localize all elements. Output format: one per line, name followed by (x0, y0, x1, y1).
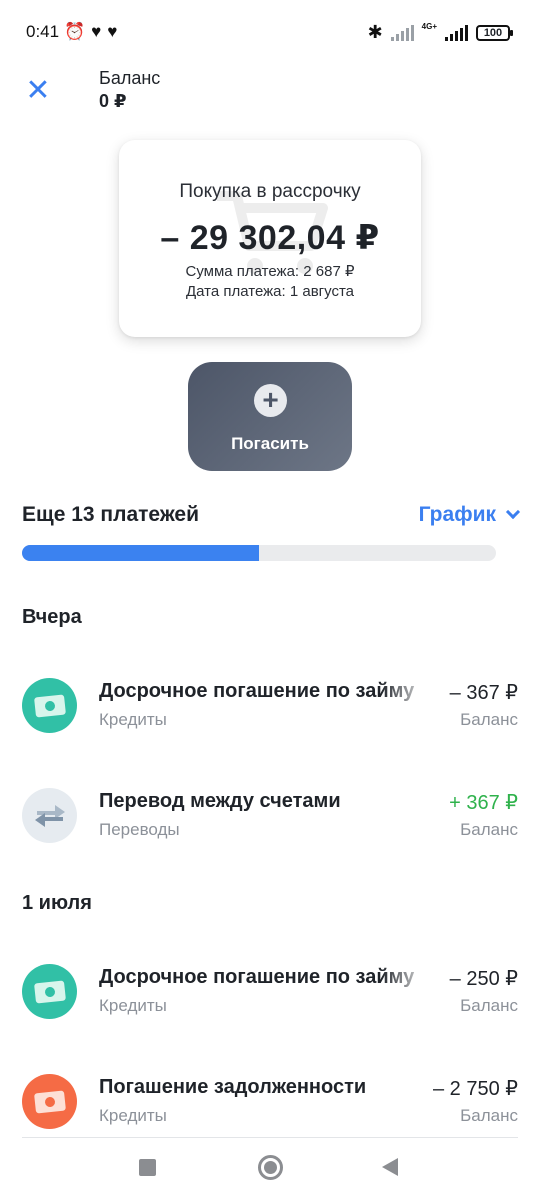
signal-icon (390, 24, 414, 41)
network-label: 4G+ (421, 22, 437, 31)
heart-icon: ♥ (91, 22, 102, 41)
remaining-payments: Еще 13 платежей (22, 503, 200, 526)
installment-card[interactable]: Покупка в рассрочку – 29 302,04 ₽ Сумма … (119, 140, 421, 337)
transaction-category: Кредиты (99, 996, 167, 1015)
transaction-title: Перевод между счетами (99, 790, 341, 812)
pay-off-button[interactable]: + Погасить (188, 362, 352, 471)
chevron-down-icon (505, 504, 521, 520)
schedule-button[interactable]: График (418, 503, 521, 527)
transaction-account: Баланс (460, 820, 518, 839)
header-balance: 0 ₽ (99, 91, 127, 111)
bluetooth-icon: ✱ (367, 22, 383, 42)
recents-square-icon[interactable] (139, 1159, 156, 1176)
transaction-row[interactable]: Перевод между счетами Переводы + 367 ₽ Б… (0, 780, 540, 850)
status-bar: 0:41 ⏰ ♥ ♥ ✱ 4G+ 100 (0, 0, 540, 66)
signal-icon (445, 24, 468, 41)
transaction-row[interactable]: Досрочное погашение по займу Кредиты – 2… (0, 956, 540, 1026)
battery-icon: 100 (476, 24, 513, 41)
plus-icon: + (254, 384, 287, 417)
card-title: Покупка в рассрочку (179, 181, 361, 202)
close-icon: ✕ (25, 73, 51, 107)
status-right: ✱ 4G+ 100 (367, 22, 513, 43)
transaction-amount: – 250 ₽ (449, 968, 518, 990)
payment-date: Дата платежа: 1 августа (185, 283, 355, 300)
transaction-title: Погашение задолженности (99, 1076, 367, 1098)
transaction-amount: – 2 750 ₽ (432, 1078, 518, 1100)
status-time: 0:41 (26, 22, 60, 41)
payment-amount: Сумма платежа: 2 687 ₽ (185, 263, 355, 280)
transfer-arrows-icon (22, 788, 77, 843)
home-circle-icon[interactable] (258, 1155, 283, 1180)
card-amount: – 29 302,04 ₽ (160, 219, 380, 257)
pay-off-label: Погасить (231, 434, 309, 453)
transaction-amount: + 367 ₽ (449, 792, 518, 814)
transaction-account: Баланс (460, 996, 518, 1015)
banknote-icon (22, 1074, 77, 1129)
transaction-title: Досрочное погашение по займу (99, 966, 415, 988)
status-left-icons: ⏰ ♥ ♥ (64, 22, 117, 42)
transaction-row[interactable]: Досрочное погашение по займу Кредиты – 3… (0, 670, 540, 740)
section-title-july-1: 1 июля (22, 892, 92, 914)
section-title-yesterday: Вчера (22, 606, 82, 628)
close-button[interactable]: ✕ (22, 73, 54, 107)
transaction-category: Кредиты (99, 1106, 167, 1125)
payments-progress (22, 545, 496, 561)
page-title: Баланс (99, 68, 161, 88)
back-triangle-icon[interactable] (382, 1158, 398, 1176)
transaction-category: Переводы (99, 820, 180, 839)
banknote-icon (22, 678, 77, 733)
transaction-account: Баланс (460, 1106, 518, 1125)
transaction-row[interactable]: Погашение задолженности Кредиты – 2 750 … (0, 1066, 540, 1136)
heart-icon: ♥ (107, 22, 118, 41)
transaction-category: Кредиты (99, 710, 167, 729)
schedule-label: График (418, 503, 496, 526)
banknote-icon (22, 964, 77, 1019)
alarm-icon: ⏰ (64, 22, 86, 41)
transaction-amount: – 367 ₽ (449, 682, 518, 704)
transaction-account: Баланс (460, 710, 518, 729)
progress-fill (22, 545, 259, 561)
system-nav-bar (0, 1138, 540, 1200)
transaction-title: Досрочное погашение по займу (99, 680, 415, 702)
